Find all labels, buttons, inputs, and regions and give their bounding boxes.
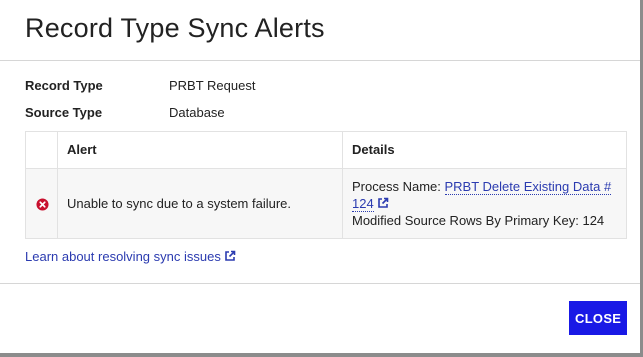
- source-type-label: Source Type: [25, 105, 103, 120]
- process-line-2: 124: [352, 195, 622, 212]
- process-line: Process Name: PRBT Delete Existing Data …: [352, 178, 622, 195]
- column-divider: [57, 132, 58, 238]
- external-link-icon[interactable]: [377, 197, 389, 209]
- process-link-line1: PRBT Delete Existing Data #: [444, 179, 612, 194]
- alerts-table: Alert Details Unable to sync due to a sy…: [25, 131, 627, 239]
- process-link-line2: 124: [352, 196, 374, 211]
- alert-message: Unable to sync due to a system failure.: [67, 196, 292, 211]
- close-button[interactable]: CLOSE: [569, 301, 627, 335]
- backdrop-edge: [0, 353, 643, 357]
- learn-link-label: Learn about resolving sync issues: [25, 249, 221, 264]
- header-divider: [0, 60, 640, 61]
- error-circle-icon: [36, 198, 49, 211]
- modified-rows: Modified Source Rows By Primary Key: 124: [352, 213, 605, 228]
- column-header-alert: Alert: [67, 142, 97, 157]
- process-link[interactable]: PRBT Delete Existing Data #: [444, 179, 612, 195]
- column-divider: [342, 132, 343, 238]
- external-link-icon: [225, 250, 236, 261]
- record-type-value: PRBT Request: [169, 78, 256, 93]
- process-prefix: Process Name:: [352, 179, 441, 194]
- footer-divider: [0, 283, 640, 284]
- dialog-title: Record Type Sync Alerts: [25, 13, 325, 43]
- record-type-label: Record Type: [25, 78, 103, 93]
- details-cell: Process Name: PRBT Delete Existing Data …: [352, 178, 622, 229]
- sync-alerts-dialog: Record Type Sync Alerts Record Type PRBT…: [0, 0, 640, 353]
- learn-sync-issues-link[interactable]: Learn about resolving sync issues: [25, 249, 236, 264]
- header-row-divider: [26, 168, 626, 169]
- source-type-value: Database: [169, 105, 225, 120]
- column-header-details: Details: [352, 142, 395, 157]
- process-link-continued[interactable]: 124: [352, 196, 374, 212]
